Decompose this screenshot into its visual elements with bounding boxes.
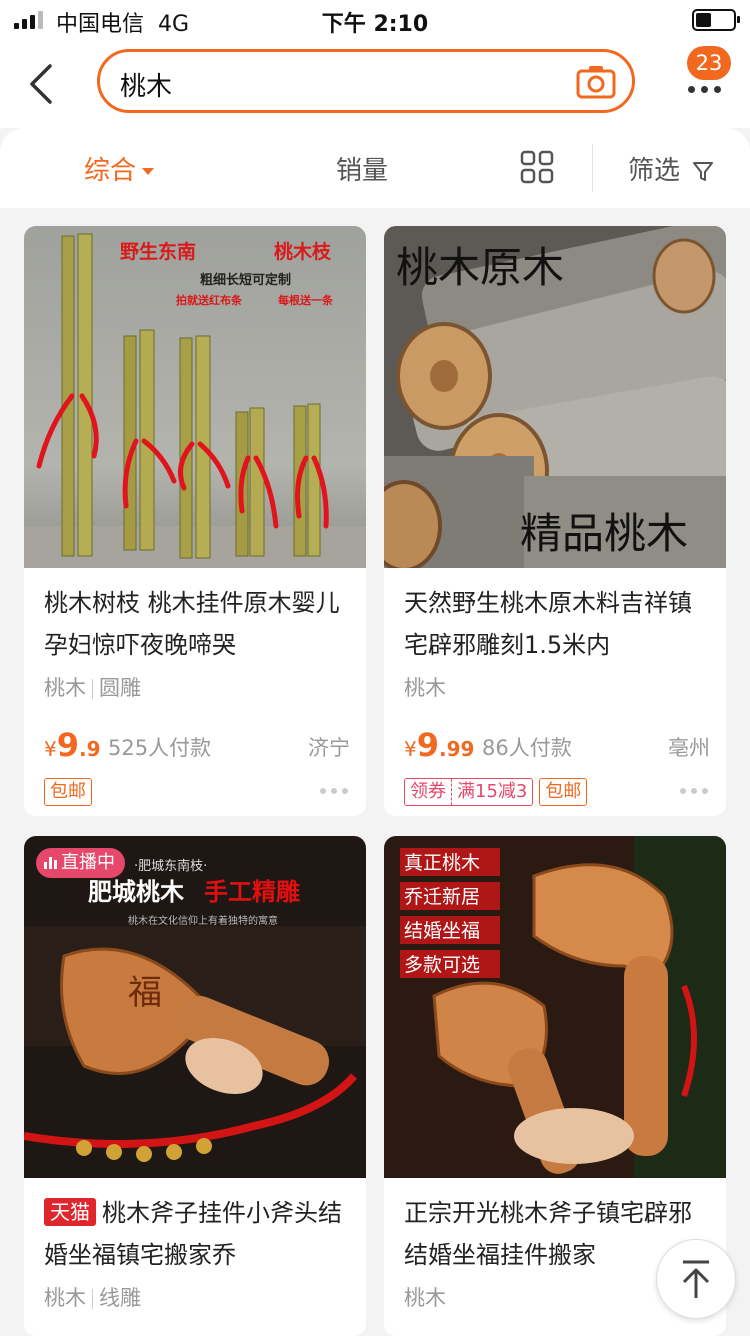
product-tags: 桃木 圆雕 — [44, 672, 141, 702]
divider — [92, 679, 93, 699]
caret-down-icon — [142, 168, 155, 175]
image-text-3: 结婚坐福 — [404, 920, 480, 942]
back-arrow-icon — [30, 64, 52, 104]
product-tags: 桃木 线雕 — [44, 1282, 141, 1312]
image-text-3: 粗细长短可定制 — [200, 272, 291, 288]
product-image-peach-logs[interactable]: 桃木原木 精品桃木 — [384, 226, 726, 568]
back-button[interactable] — [24, 62, 64, 106]
image-text-2: 精品桃木 — [520, 509, 688, 558]
battery-icon — [692, 9, 740, 31]
image-text-1: 野生东南 — [120, 240, 196, 263]
tag: 桃木 — [404, 1286, 446, 1310]
tag: 桃木 — [404, 676, 446, 700]
service-badges: 包邮 — [44, 778, 98, 806]
tag: 圆雕 — [99, 676, 141, 700]
image-text-5: 福 — [128, 973, 162, 1013]
sort-filter-bar: 综合 销量 筛选 — [0, 128, 750, 208]
price: ¥9.9 — [44, 726, 101, 764]
image-text-4: 桃木在文化信仰上有着独特的寓意 — [128, 914, 278, 927]
tag: 桃木 — [44, 1286, 86, 1310]
image-text-2: 肥城桃木 — [88, 878, 185, 906]
more-options-icon[interactable] — [320, 788, 348, 794]
live-label: 直播中 — [61, 852, 115, 873]
notification-badge: 23 — [687, 46, 731, 80]
tmall-badge: 天猫 — [44, 1198, 96, 1226]
back-to-top-button[interactable] — [656, 1239, 736, 1319]
search-box[interactable]: 桃木 — [97, 49, 635, 113]
filter-button[interactable]: 筛选 — [628, 150, 714, 187]
product-title[interactable]: 天猫 桃木斧子挂件小斧头结婚坐福镇宅搬家乔 — [44, 1192, 350, 1276]
coupon-badge[interactable]: 领券 满15减3 — [404, 778, 534, 806]
filter-label: 筛选 — [628, 156, 681, 186]
image-text-5: 每根送一条 — [278, 293, 334, 307]
image-text-4: 拍就送红布条 — [176, 293, 243, 307]
divider — [592, 144, 593, 192]
product-tags: 桃木 — [404, 1282, 446, 1312]
product-card[interactable]: 野生东南 桃木枝 粗细长短可定制 拍就送红布条 每根送一条 桃木树枝 桃木挂件原… — [24, 226, 366, 816]
divider — [92, 1289, 93, 1309]
image-text-1: 真正桃木 — [404, 852, 480, 874]
tag: 线雕 — [99, 1286, 141, 1310]
sort-sales[interactable]: 销量 — [336, 150, 388, 187]
product-card[interactable]: 福 ·肥城东南枝· 肥城桃木 手工精雕 桃木在文化信仰上有着独特的寓意 直播中 … — [24, 836, 366, 1336]
funnel-icon — [693, 162, 714, 181]
product-title[interactable]: 桃木树枝 桃木挂件原木婴儿孕妇惊吓夜晚啼哭 — [44, 582, 350, 666]
price-row: ¥9.99 86人付款 亳州 — [404, 726, 710, 764]
product-image-peach-axe[interactable]: 福 ·肥城东南枝· 肥城桃木 手工精雕 桃木在文化信仰上有着独特的寓意 直播中 — [24, 836, 366, 1178]
image-text-1: ·肥城东南枝· — [134, 858, 207, 874]
clock: 下午 2:10 — [321, 12, 429, 37]
search-input[interactable]: 桃木 — [120, 66, 172, 103]
free-shipping-badge: 包邮 — [44, 778, 92, 806]
more-button[interactable]: 23 — [683, 46, 731, 106]
sold-count: 525人付款 — [108, 736, 212, 760]
image-text-3: 手工精雕 — [204, 878, 300, 906]
product-card[interactable]: 桃木原木 精品桃木 天然野生桃木原木料吉祥镇宅辟邪雕刻1.5米内 桃木 ¥9.9… — [384, 226, 726, 816]
live-badge[interactable]: 直播中 — [36, 848, 125, 878]
location: 亳州 — [668, 736, 710, 760]
service-badges: 领券 满15减3 包邮 — [404, 778, 593, 806]
live-bars-icon — [44, 857, 57, 869]
product-title[interactable]: 天然野生桃木原木料吉祥镇宅辟邪雕刻1.5米内 — [404, 582, 710, 666]
sort-comprehensive[interactable]: 综合 — [84, 150, 155, 187]
status-bar: 中国电信 4G 下午 2:10 — [0, 0, 750, 40]
location: 济宁 — [308, 736, 350, 760]
camera-icon[interactable] — [576, 64, 616, 100]
image-text-4: 多款可选 — [404, 954, 480, 976]
more-options-icon[interactable] — [680, 788, 708, 794]
sold-count: 86人付款 — [482, 736, 572, 760]
coupon-value: 满15减3 — [457, 781, 528, 802]
arrow-up-icon — [682, 1260, 710, 1298]
product-image-peach-axes[interactable]: 真正桃木 乔迁新居 结婚坐福 多款可选 — [384, 836, 726, 1178]
free-shipping-badge: 包邮 — [539, 778, 588, 806]
product-tags: 桃木 — [404, 672, 446, 702]
product-image-peach-branches[interactable]: 野生东南 桃木枝 粗细长短可定制 拍就送红布条 每根送一条 — [24, 226, 366, 568]
sort-comprehensive-label: 综合 — [84, 156, 137, 186]
coupon-label: 领券 — [405, 779, 452, 805]
image-text-1: 桃木原木 — [396, 243, 564, 292]
price: ¥9.99 — [404, 726, 475, 764]
price-row: ¥9.9 525人付款 济宁 — [44, 726, 350, 764]
image-text-2: 乔迁新居 — [404, 886, 480, 908]
search-header: 桃木 23 — [0, 40, 750, 128]
more-dots-icon — [688, 86, 721, 93]
grid-view-icon[interactable] — [520, 150, 554, 184]
tag: 桃木 — [44, 676, 86, 700]
image-text-2: 桃木枝 — [274, 240, 332, 263]
